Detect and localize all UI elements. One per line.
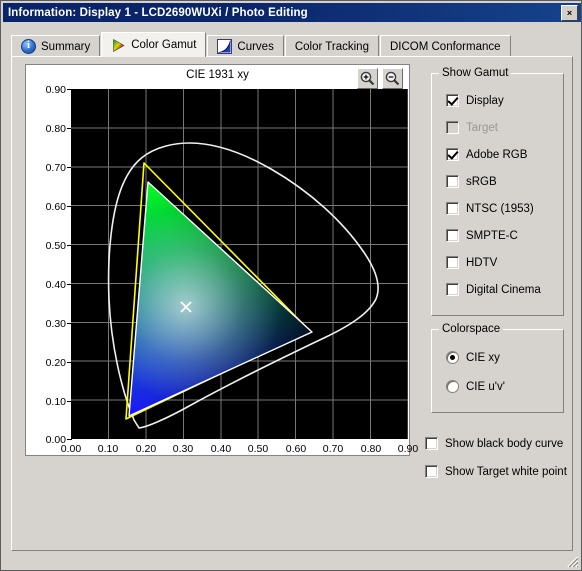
checkbox-icon (446, 148, 459, 161)
x-tick-label: 0.30 (172, 443, 194, 455)
checkbox-srgb[interactable]: sRGB (446, 175, 497, 188)
radio-label: CIE u'v' (466, 380, 505, 393)
colorspace-title: Colorspace (439, 323, 504, 335)
y-tick-label: 0.70 (45, 162, 66, 174)
checkbox-label: Display (466, 94, 504, 107)
tab-dicom-conformance[interactable]: DICOM Conformance (379, 35, 511, 57)
title-bar: Information: Display 1 - LCD2690WUXi / P… (3, 3, 581, 22)
curves-icon (217, 39, 233, 54)
checkbox-show-black-body-curve[interactable]: Show black body curve (425, 437, 563, 450)
checkbox-hdtv[interactable]: HDTV (446, 256, 497, 269)
checkbox-label: Show Target white point (445, 465, 567, 478)
y-tick-label: 0.30 (45, 318, 66, 330)
checkbox-label: HDTV (466, 256, 498, 269)
checkbox-digital-cinema[interactable]: Digital Cinema (446, 283, 541, 296)
tab-curves[interactable]: Curves (207, 35, 284, 57)
resize-grip[interactable] (565, 554, 579, 568)
gamut-icon (111, 38, 126, 53)
tab-strip: Summary Color Gamut (11, 32, 573, 57)
x-tick-label: 0.40 (210, 443, 232, 455)
plot-grid (71, 89, 408, 439)
radio-icon (446, 380, 459, 393)
cie-diagram (71, 89, 408, 439)
checkbox-icon (446, 175, 459, 188)
checkbox-label: sRGB (466, 175, 497, 188)
y-tick-label: 0.20 (45, 357, 66, 369)
close-icon[interactable]: × (561, 5, 578, 21)
magnifier-minus-icon (385, 71, 400, 86)
show-gamut-title: Show Gamut (439, 67, 512, 79)
checkbox-icon (446, 94, 459, 107)
checkbox-smpte-c[interactable]: SMPTE-C (446, 229, 518, 242)
tab-color-tracking[interactable]: Color Tracking (284, 35, 379, 57)
radio-cie-uv[interactable]: CIE u'v' (446, 380, 505, 393)
tab-label: Color Tracking (294, 40, 369, 53)
checkbox-icon (446, 202, 459, 215)
checkbox-icon (446, 256, 459, 269)
window-title: Information: Display 1 - LCD2690WUXi / P… (8, 6, 308, 19)
cie-plot-area[interactable] (71, 89, 408, 439)
y-tick (67, 439, 72, 440)
magnifier-plus-icon (360, 71, 375, 86)
checkbox-label: SMPTE-C (466, 229, 518, 242)
checkbox-label: Adobe RGB (466, 148, 528, 161)
y-tick-label: 0.60 (45, 201, 66, 213)
y-tick-label: 0.40 (45, 279, 66, 291)
tab-content-color-gamut: CIE 1931 xy 0.90 0.80 0.70 0.60 0.50 0.4… (11, 56, 573, 551)
tab-label: Curves (237, 40, 274, 53)
checkbox-label: Show black body curve (445, 437, 564, 450)
cie-chart-panel: CIE 1931 xy 0.90 0.80 0.70 0.60 0.50 0.4… (25, 64, 418, 456)
x-tick-label: 0.90 (397, 443, 419, 455)
show-gamut-group: Show Gamut Display Target Adobe RGB sRGB… (431, 67, 564, 316)
x-tick-label: 0.00 (60, 443, 82, 455)
checkbox-target: Target (446, 121, 498, 134)
tab-label: Color Gamut (131, 39, 197, 51)
tab-summary[interactable]: Summary (11, 35, 101, 57)
checkbox-icon (446, 121, 459, 134)
tab-label: Summary (41, 40, 91, 53)
tab-color-gamut[interactable]: Color Gamut (101, 32, 207, 57)
checkbox-icon (446, 283, 459, 296)
checkbox-icon (446, 229, 459, 242)
checkbox-icon (425, 465, 438, 478)
y-tick-label: 0.90 (45, 84, 66, 96)
tab-label: DICOM Conformance (389, 40, 501, 53)
x-tick-label: 0.80 (360, 443, 382, 455)
checkbox-icon (425, 437, 438, 450)
colorspace-group: Colorspace CIE xy CIE u'v' (431, 323, 564, 413)
checkbox-show-target-white-point[interactable]: Show Target white point (425, 465, 567, 478)
radio-cie-xy[interactable]: CIE xy (446, 351, 500, 364)
x-tick-label: 0.70 (322, 443, 344, 455)
display-gamut-fill (129, 182, 312, 416)
x-tick-label: 0.60 (285, 443, 307, 455)
checkbox-ntsc-1953[interactable]: NTSC (1953) (446, 202, 534, 215)
x-tick-label: 0.50 (247, 443, 269, 455)
radio-icon (446, 351, 459, 364)
zoom-out-button[interactable] (382, 68, 403, 89)
y-tick-label: 0.50 (45, 240, 66, 252)
checkbox-adobe-rgb[interactable]: Adobe RGB (446, 148, 527, 161)
information-window: Information: Display 1 - LCD2690WUXi / P… (0, 0, 582, 571)
checkbox-label: Target (466, 121, 498, 134)
checkbox-display[interactable]: Display (446, 94, 504, 107)
radio-label: CIE xy (466, 351, 500, 364)
x-tick-label: 0.20 (135, 443, 157, 455)
chart-title: CIE 1931 xy (186, 69, 249, 81)
info-icon (21, 39, 36, 54)
y-tick-label: 0.10 (45, 396, 66, 408)
zoom-in-button[interactable] (357, 68, 378, 89)
x-tick-label: 0.10 (97, 443, 119, 455)
y-tick-label: 0.80 (45, 123, 66, 135)
checkbox-label: Digital Cinema (466, 283, 541, 296)
checkbox-label: NTSC (1953) (466, 202, 534, 215)
